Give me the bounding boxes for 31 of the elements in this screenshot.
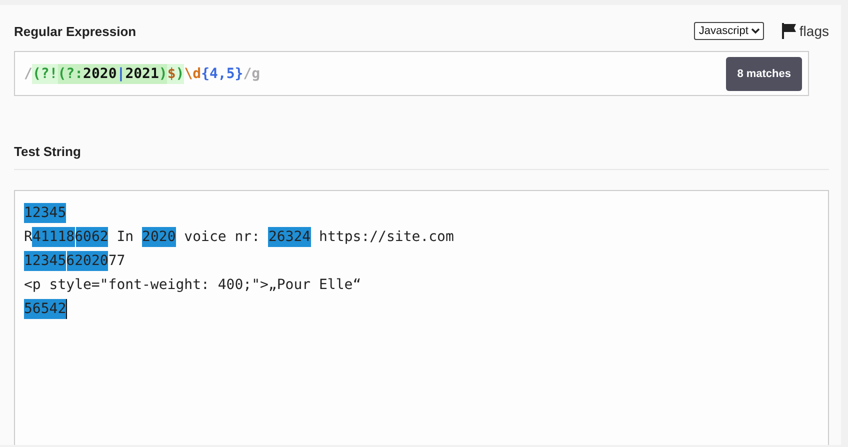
section-title: Regular Expression: [14, 24, 136, 38]
test-text: voice nr:: [183, 228, 262, 247]
match-highlight: 12345: [24, 251, 66, 271]
regex-token: 2021: [125, 64, 159, 84]
caret-icon: [751, 28, 760, 34]
test-text: <p style="font-weight: 400;">„Pour Elle“: [24, 276, 362, 295]
regex-token: {4,5}: [201, 64, 244, 84]
match-count-badge: 8 matches: [726, 56, 802, 90]
text-cursor: [66, 299, 68, 319]
test-text: https://site.com: [318, 228, 454, 247]
regex-token: $: [167, 64, 176, 84]
match-highlight: 26324: [268, 227, 311, 247]
flag-icon: [782, 23, 798, 39]
match-highlight: 41118: [32, 227, 75, 247]
section-title: Test String: [14, 144, 81, 159]
regex-token: /g: [243, 64, 260, 84]
match-highlight: 2020: [142, 227, 176, 247]
flags-button[interactable]: flags: [782, 23, 829, 39]
regex-field[interactable]: /(?!(?:2020|2021)$)\d{4,5}/g 8 matches: [14, 51, 809, 96]
test-text: 77: [108, 252, 126, 271]
regex-token: (?!: [32, 64, 58, 84]
flavor-dropdown[interactable]: Javascript: [694, 22, 764, 40]
regex-token: 2020: [83, 64, 117, 84]
test-text: In: [116, 228, 135, 247]
match-highlight: 62020: [66, 251, 108, 271]
match-highlight: 12345: [24, 203, 66, 223]
match-highlight: 56542: [24, 299, 66, 319]
regex-token: (?:: [58, 64, 84, 84]
regex-token: \d: [184, 64, 202, 84]
regex-token: /: [24, 64, 32, 84]
test-text: R: [24, 228, 32, 247]
